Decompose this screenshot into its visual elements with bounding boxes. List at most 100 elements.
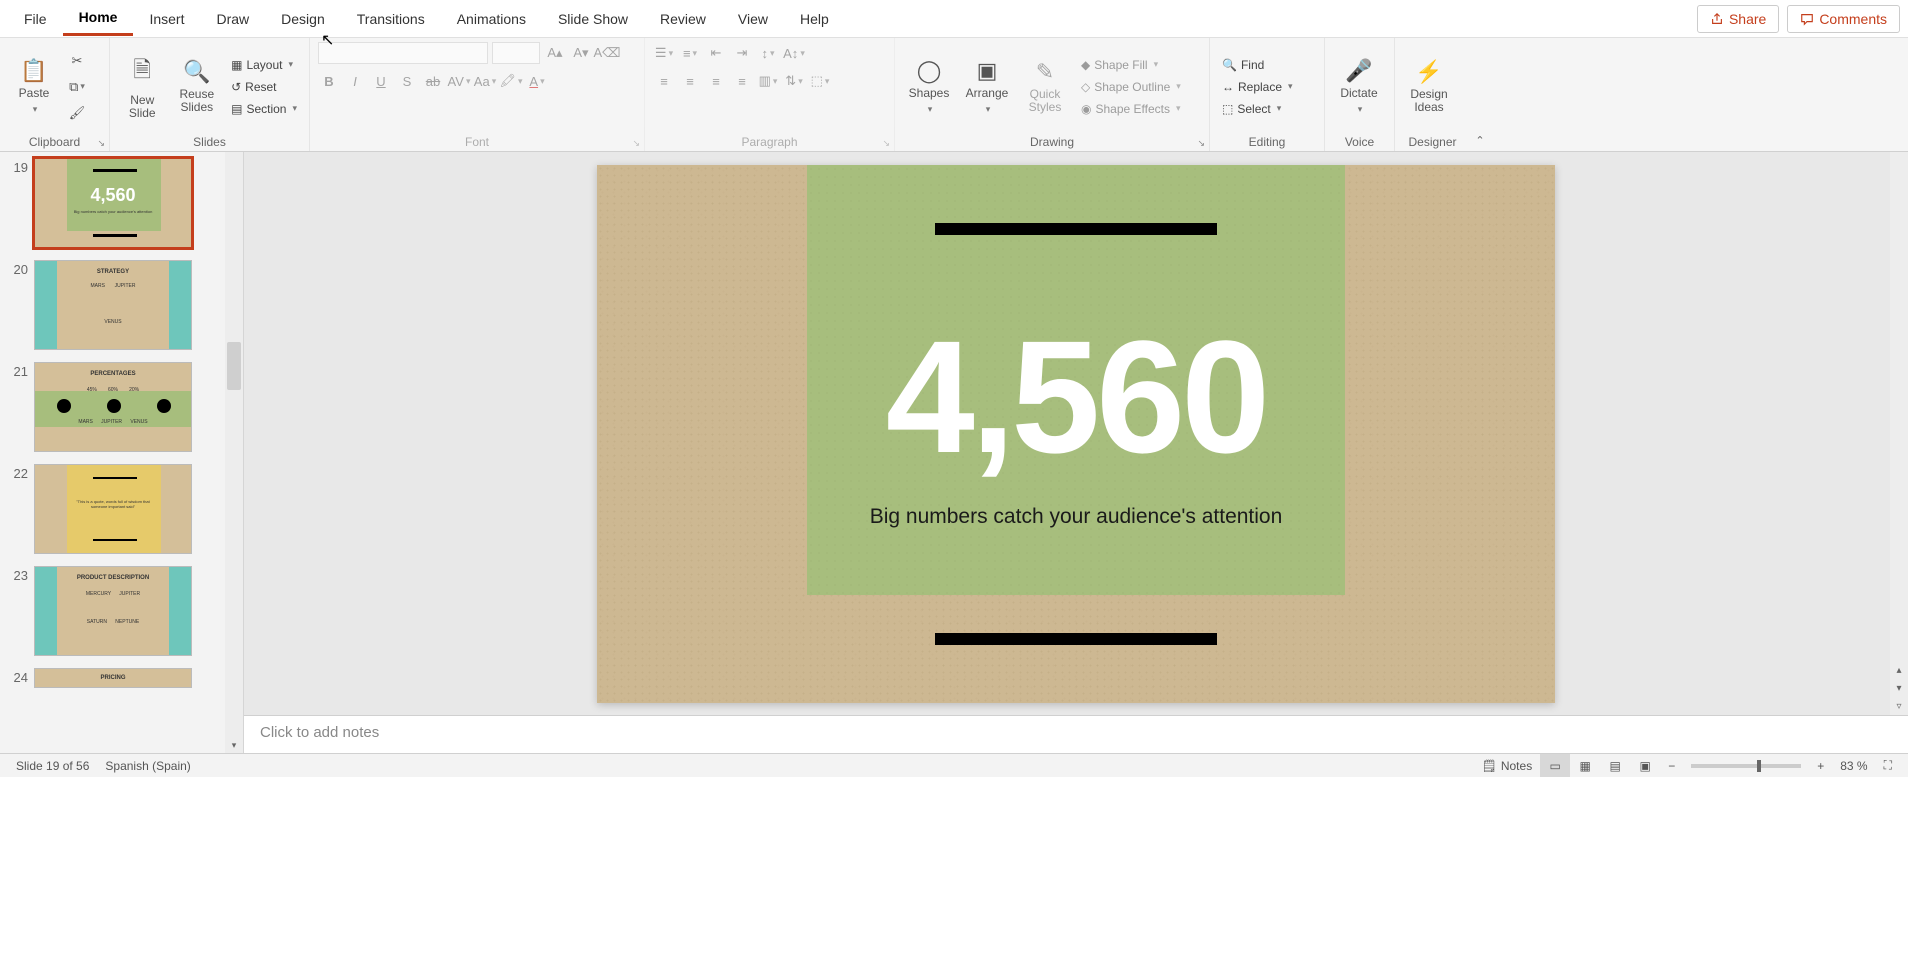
text-direction-button[interactable]: A↕▾ [783,42,805,64]
tab-design[interactable]: Design [265,3,341,35]
align-left-button[interactable]: ≡ [653,70,675,92]
zoom-slider[interactable] [1691,764,1801,768]
clipboard-launcher[interactable]: ↘ [97,138,105,149]
prev-slide-button[interactable]: ▴ [1890,661,1908,679]
thumb-number: 19 [4,158,28,175]
layout-button[interactable]: ▦Layout▾ [227,56,301,74]
drawing-launcher[interactable]: ↘ [1197,138,1205,149]
bullets-button[interactable]: ☰▾ [653,42,675,64]
sorter-view-button[interactable]: ▦ [1570,754,1600,777]
tab-draw[interactable]: Draw [200,3,265,35]
new-slide-button[interactable]: 🗎 New Slide [118,53,167,120]
line-spacing-button[interactable]: ↕▾ [757,42,779,64]
tab-transitions[interactable]: Transitions [341,3,441,35]
slide-big-number[interactable]: 4,560 [597,305,1555,489]
align-right-button[interactable]: ≡ [705,70,727,92]
zoom-out-button[interactable]: − [1660,754,1683,777]
comments-button[interactable]: Comments [1787,5,1900,33]
canvas-scrollbar[interactable]: ▴ ▾ ▿ [1890,152,1908,715]
scroll-down-icon[interactable]: ▾ [225,740,243,751]
layout-icon: ▦ [231,58,242,72]
fit-to-window-button[interactable]: ⛶ [1876,754,1900,777]
tab-insert[interactable]: Insert [133,3,200,35]
slide-counter[interactable]: Slide 19 of 56 [8,754,97,777]
highlight-button[interactable]: 🖍▾ [500,70,522,92]
replace-button[interactable]: ↔Replace▾ [1218,78,1297,96]
paragraph-launcher[interactable]: ↘ [882,138,890,149]
current-slide[interactable]: 4,560 Big numbers catch your audience's … [597,165,1555,703]
notes-toggle[interactable]: 🗒Notes [1474,754,1541,777]
select-button[interactable]: ⬚Select▾ [1218,100,1297,118]
copy-button[interactable]: ⧉▾ [66,76,88,98]
shape-fill-button[interactable]: ◆Shape Fill▾ [1077,56,1185,74]
next-slide-button[interactable]: ▿ [1890,697,1908,715]
shapes-button[interactable]: ◯Shapes▾ [903,58,955,114]
slide-canvas[interactable]: 4,560 Big numbers catch your audience's … [244,152,1908,715]
change-case-button[interactable]: Aa▾ [474,70,496,92]
slideshow-view-button[interactable]: ▣ [1630,754,1660,777]
cut-button[interactable]: ✂ [66,50,88,72]
tab-review[interactable]: Review [644,3,722,35]
thumbnail-slide-24[interactable]: PRICING [34,668,192,688]
justify-button[interactable]: ≡ [731,70,753,92]
reading-view-button[interactable]: ▤ [1600,754,1630,777]
shape-outline-button[interactable]: ◇Shape Outline▾ [1077,78,1185,96]
font-launcher[interactable]: ↘ [632,138,640,149]
normal-view-button[interactable]: ▭ [1540,754,1570,777]
reuse-slides-button[interactable]: 🔍 Reuse Slides [173,59,222,114]
bold-button[interactable]: B [318,70,340,92]
language-status[interactable]: Spanish (Spain) [97,754,198,777]
tab-home[interactable]: Home [63,1,134,36]
smartart-button[interactable]: ⬚▾ [809,70,831,92]
find-button[interactable]: 🔍Find [1218,56,1297,74]
section-button[interactable]: ▤Section▾ [227,100,301,118]
shape-effects-button[interactable]: ◉Shape Effects▾ [1077,100,1185,118]
collapse-ribbon-button[interactable]: ⌃ [1470,38,1490,151]
arrange-button[interactable]: ▣Arrange▾ [961,58,1013,114]
share-button[interactable]: Share [1697,5,1779,33]
underline-button[interactable]: U [370,70,392,92]
format-painter-button[interactable]: 🖌 [66,102,88,124]
tab-file[interactable]: File [8,3,63,35]
tab-help[interactable]: Help [784,3,845,35]
slide-subtitle[interactable]: Big numbers catch your audience's attent… [597,505,1555,529]
thumbnail-slide-20[interactable]: STRATEGY MARS JUPITER VENUS [34,260,192,350]
tab-animations[interactable]: Animations [441,3,542,35]
quick-styles-button[interactable]: ✎Quick Styles [1019,59,1071,114]
thumbnail-slide-19[interactable]: 4,560 Big numbers catch your audience's … [34,158,192,248]
font-size-combo[interactable] [492,42,540,64]
align-text-button[interactable]: ⇅▾ [783,70,805,92]
shadow-button[interactable]: S [396,70,418,92]
thumbnail-scroll-thumb[interactable] [227,342,241,390]
font-name-combo[interactable] [318,42,488,64]
scroll-down-arrow[interactable]: ▾ [1890,679,1908,697]
zoom-slider-thumb[interactable] [1757,760,1761,772]
thumbnail-slide-22[interactable]: "This is a quote, words full of wisdom t… [34,464,192,554]
outdent-button[interactable]: ⇤ [705,42,727,64]
slide-thumbnails-pane[interactable]: 19 4,560 Big numbers catch your audience… [0,152,244,753]
align-center-button[interactable]: ≡ [679,70,701,92]
font-color-button[interactable]: A▾ [526,70,548,92]
thumbnail-slide-21[interactable]: PERCENTAGES 45% 60% 20% MARS JUPITER VEN… [34,362,192,452]
slides-group-label: Slides [110,135,309,151]
zoom-in-button[interactable]: + [1809,754,1832,777]
decrease-font-button[interactable]: A▾ [570,42,592,64]
increase-font-button[interactable]: A▴ [544,42,566,64]
thumbnail-slide-23[interactable]: PRODUCT DESCRIPTION MERCURY JUPITER SATU… [34,566,192,656]
clear-format-button[interactable]: A⌫ [596,42,618,64]
numbering-button[interactable]: ≡▾ [679,42,701,64]
design-ideas-button[interactable]: ⚡Design Ideas [1403,59,1455,114]
indent-button[interactable]: ⇥ [731,42,753,64]
dictate-button[interactable]: 🎤Dictate▾ [1333,58,1385,114]
strike-button[interactable]: ab [422,70,444,92]
paste-button[interactable]: 📋 Paste ▾ [8,58,60,114]
notes-pane[interactable]: Click to add notes [244,715,1908,753]
italic-button[interactable]: I [344,70,366,92]
char-spacing-button[interactable]: AV▾ [448,70,470,92]
reset-button[interactable]: ↺Reset [227,78,301,96]
tab-slideshow[interactable]: Slide Show [542,3,644,35]
zoom-level[interactable]: 83 % [1832,754,1875,777]
tab-view[interactable]: View [722,3,784,35]
thumbnail-scrollbar[interactable]: ▾ [225,152,243,753]
columns-button[interactable]: ▥▾ [757,70,779,92]
